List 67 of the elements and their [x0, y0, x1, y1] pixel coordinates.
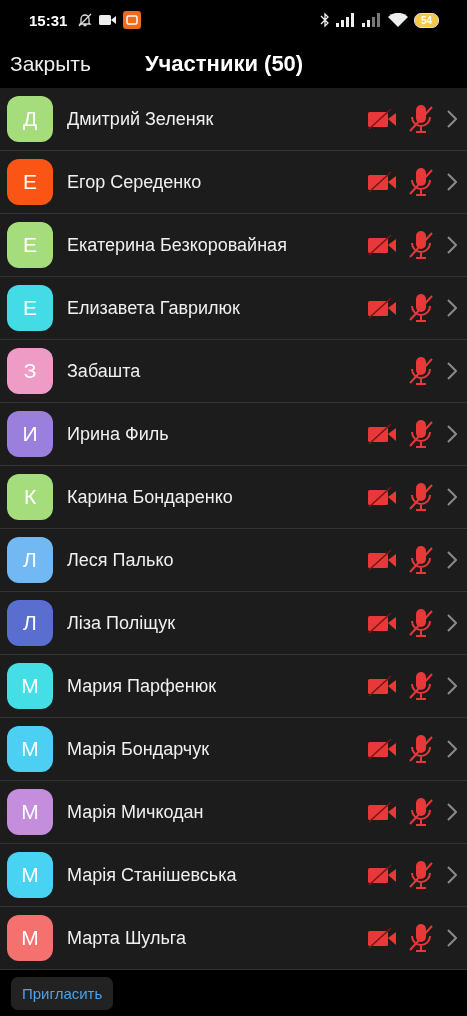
chevron-right-icon	[447, 551, 457, 569]
chevron-right-icon	[447, 677, 457, 695]
chevron-right-icon	[447, 866, 457, 884]
participant-row[interactable]: Е Егор Середенко	[0, 151, 467, 214]
participant-row[interactable]: З Забашта	[0, 340, 467, 403]
avatar: И	[7, 411, 53, 457]
chevron-right-icon	[447, 488, 457, 506]
avatar: М	[7, 789, 53, 835]
signal-icon	[335, 13, 356, 27]
avatar: Д	[7, 96, 53, 142]
chevron-right-icon	[447, 614, 457, 632]
chevron-right-icon	[447, 299, 457, 317]
close-button[interactable]: Закрыть	[0, 52, 101, 76]
avatar: М	[7, 663, 53, 709]
participant-row[interactable]: М Мария Парфенюк	[0, 655, 467, 718]
app-notification-icon	[123, 11, 142, 29]
avatar: Л	[7, 600, 53, 646]
participant-name: Карина Бондаренко	[67, 486, 234, 508]
chevron-right-icon	[447, 173, 457, 191]
participant-row[interactable]: Л Леся Палько	[0, 529, 467, 592]
participant-name: Забашта	[67, 360, 142, 382]
chevron-right-icon	[447, 236, 457, 254]
avatar: М	[7, 915, 53, 961]
avatar: М	[7, 852, 53, 898]
participant-name: Марта Шульга	[67, 927, 188, 949]
chevron-right-icon	[447, 110, 457, 128]
participant-row[interactable]: М Марія Станішевська	[0, 844, 467, 907]
participant-name: Леся Палько	[67, 549, 175, 571]
participant-row[interactable]: К Карина Бондаренко	[0, 466, 467, 529]
participant-name: Марія Станішевська	[67, 864, 238, 886]
screen-title: Участники (50)	[144, 51, 304, 77]
participant-row[interactable]: М Марія Мичкодан	[0, 781, 467, 844]
avatar: Е	[7, 159, 53, 205]
avatar: К	[7, 474, 53, 520]
participant-row[interactable]: Л Ліза Поліщук	[0, 592, 467, 655]
participant-row[interactable]: Д Дмитрий Зеленяк	[0, 88, 467, 151]
chevron-right-icon	[447, 740, 457, 758]
participant-name: Егор Середенко	[67, 171, 203, 193]
participant-row[interactable]: Е Елизавета Гаврилюк	[0, 277, 467, 340]
bell-off-icon	[77, 12, 94, 28]
avatar: З	[7, 348, 53, 394]
participant-name: Елизавета Гаврилюк	[67, 297, 241, 319]
participant-name: Марія Бондарчук	[67, 738, 211, 760]
participant-row[interactable]: М Марія Бондарчук	[0, 718, 467, 781]
status-time: 15:31	[29, 11, 68, 29]
participant-row[interactable]: И Ирина Филь	[0, 403, 467, 466]
avatar: М	[7, 726, 53, 772]
chevron-right-icon	[447, 803, 457, 821]
avatar: Е	[7, 285, 53, 331]
participant-name: Ліза Поліщук	[67, 612, 177, 634]
participant-name: Мария Парфенюк	[67, 675, 218, 697]
participant-name: Екатерина Безкоровайная	[67, 234, 288, 256]
participant-name: Ирина Филь	[67, 423, 170, 445]
video-camera-icon	[99, 14, 118, 26]
chevron-right-icon	[447, 362, 457, 380]
signal-icon	[361, 13, 382, 27]
invite-button[interactable]: Пригласить	[11, 976, 114, 1010]
avatar: Л	[7, 537, 53, 583]
participant-row[interactable]: Е Екатерина Безкоровайная	[0, 214, 467, 277]
bluetooth-icon	[319, 12, 330, 28]
participant-name: Марія Мичкодан	[67, 801, 205, 823]
battery-indicator: 54	[413, 12, 439, 28]
chevron-right-icon	[447, 425, 457, 443]
participant-name: Дмитрий Зеленяк	[67, 108, 215, 130]
chevron-right-icon	[447, 929, 457, 947]
avatar: Е	[7, 222, 53, 268]
wifi-icon	[387, 12, 408, 28]
